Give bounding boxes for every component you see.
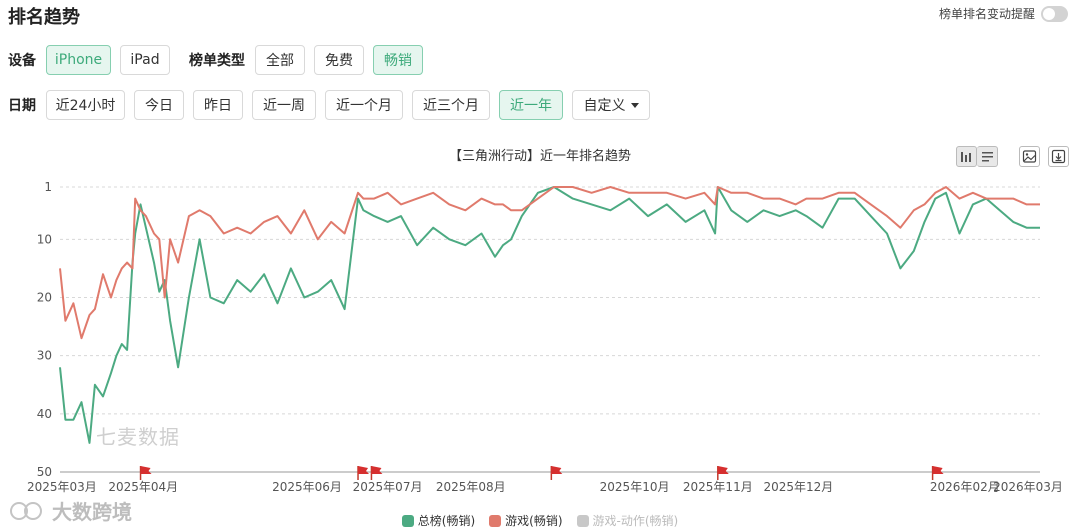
legend-item-game-action[interactable]: 游戏-动作(畅销) — [576, 512, 679, 529]
date-yesterday-button[interactable]: 昨日 — [193, 90, 243, 120]
legend-swatch — [489, 514, 502, 527]
page-title: 排名趋势 — [8, 7, 80, 28]
legend-label: 总榜(畅销) — [417, 514, 476, 528]
date-3month-button[interactable]: 近三个月 — [412, 90, 490, 120]
date-year-button[interactable]: 近一年 — [499, 90, 563, 120]
rank-change-alert-toggle[interactable] — [1041, 5, 1068, 22]
device-filter-row: 设备 iPhone iPad 榜单类型 全部 免费 畅销 — [8, 45, 432, 75]
date-custom-label: 自定义 — [583, 98, 626, 114]
x-tick-label: 2025年04月 — [108, 480, 178, 494]
legend-label: 游戏-动作(畅销) — [592, 514, 679, 528]
date-filter-row: 日期 近24小时 今日 昨日 近一周 近一个月 近三个月 近一年 自定义 — [8, 90, 659, 120]
series-line-1 — [59, 186, 1040, 340]
x-tick-label: 2025年03月 — [27, 480, 97, 494]
y-tick-label: 30 — [37, 349, 52, 363]
chevron-down-icon — [630, 102, 639, 108]
chart-view-toggle — [956, 145, 998, 167]
chart-type-grossing-button[interactable]: 畅销 — [373, 45, 423, 75]
list-icon[interactable] — [977, 145, 998, 167]
legend-item-overall[interactable]: 总榜(畅销) — [401, 512, 476, 529]
rank-change-alert: 榜单排名变动提醒 — [939, 5, 1068, 22]
series-line-0 — [59, 186, 1040, 444]
date-today-button[interactable]: 今日 — [134, 90, 184, 120]
y-tick-label: 20 — [37, 291, 52, 305]
date-month-button[interactable]: 近一个月 — [325, 90, 403, 120]
x-tick-label: 2025年11月 — [683, 480, 753, 494]
rank-trend-chart[interactable]: 1 10 20 30 40 502025年03月 2025年04月 2025年06月 2025年… — [0, 170, 1080, 500]
y-tick-label: 10 — [37, 232, 52, 246]
x-tick-label: 2025年07月 — [353, 480, 423, 494]
date-custom-dropdown[interactable]: 自定义 — [572, 90, 650, 120]
date-label: 日期 — [8, 98, 36, 114]
image-icon[interactable] — [1019, 145, 1040, 167]
device-iphone-button[interactable]: iPhone — [46, 45, 111, 75]
chart-type-free-button[interactable]: 免费 — [314, 45, 364, 75]
device-label: 设备 — [8, 53, 36, 69]
watermark-text: 七麦数据 — [96, 425, 180, 449]
chart-type-label: 榜单类型 — [189, 53, 245, 69]
x-tick-label: 2025年08月 — [436, 480, 506, 494]
x-tick-label: 2026年03月 — [993, 480, 1063, 494]
event-flag-icon[interactable] — [139, 466, 152, 480]
event-flag-icon[interactable] — [550, 466, 563, 480]
download-icon[interactable] — [1048, 145, 1069, 167]
event-flag-icon[interactable] — [717, 466, 729, 480]
rank-change-alert-label: 榜单排名变动提醒 — [938, 7, 1035, 21]
event-flag-icon[interactable] — [357, 466, 370, 480]
event-flag-icon[interactable] — [931, 466, 944, 480]
legend-swatch — [401, 514, 414, 527]
date-24h-button[interactable]: 近24小时 — [46, 90, 125, 120]
y-tick-label: 40 — [37, 407, 52, 421]
y-tick-label: 50 — [37, 465, 52, 479]
device-ipad-button[interactable]: iPad — [120, 45, 170, 75]
bar-chart-icon[interactable] — [956, 145, 977, 167]
legend-item-game[interactable]: 游戏(畅销) — [489, 512, 563, 529]
y-tick-label: 1 — [44, 180, 52, 194]
chart-export-tools — [1019, 145, 1069, 167]
chart-legend: 总榜(畅销) 游戏(畅销) 游戏-动作(畅销) — [0, 512, 1080, 529]
legend-label: 游戏(畅销) — [505, 514, 563, 528]
x-tick-label: 2025年10月 — [600, 480, 670, 494]
legend-swatch — [576, 514, 589, 527]
date-week-button[interactable]: 近一周 — [252, 90, 316, 120]
toggle-knob — [1043, 7, 1055, 20]
x-tick-label: 2025年06月 — [272, 480, 342, 494]
x-tick-label: 2026年02月 — [930, 480, 1000, 494]
chart-title: 【三角洲行动】近一年排名趋势 — [448, 149, 631, 164]
x-tick-label: 2025年12月 — [763, 480, 833, 494]
chart-type-all-button[interactable]: 全部 — [255, 45, 305, 75]
event-flag-icon[interactable] — [370, 466, 383, 480]
